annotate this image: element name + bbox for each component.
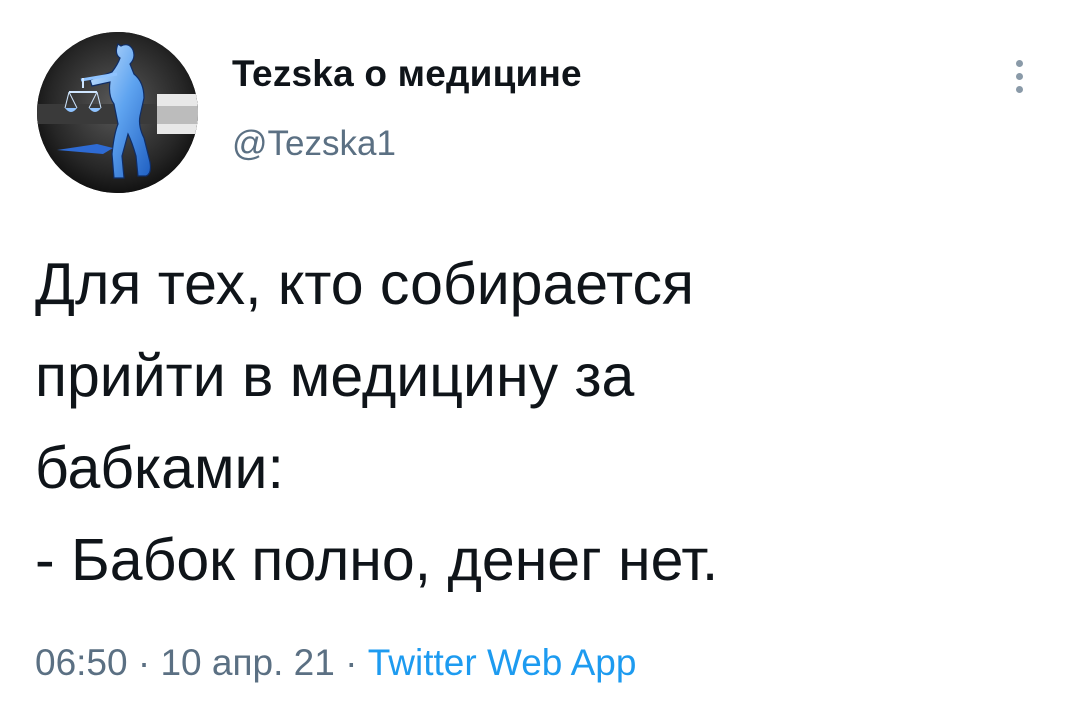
meta-separator: · <box>334 642 368 683</box>
scales-of-justice-figure-icon <box>37 32 198 193</box>
meta-separator: · <box>127 642 161 683</box>
tweet-source-link[interactable]: Twitter Web App <box>368 642 637 683</box>
more-vertical-icon <box>1015 59 1023 67</box>
tweet-text: Для тех, кто собирается прийти в медицин… <box>35 238 1045 606</box>
author-handle[interactable]: @Tezska1 <box>232 123 582 165</box>
tweet-card: Tezska о медицине @Tezska1 Для тех, кто … <box>0 0 1080 719</box>
more-vertical-icon-dot <box>1015 85 1023 93</box>
tweet-text-line: прийти в медицину за <box>35 343 635 409</box>
tweet-meta: 06:50 · 10 апр. 21 · Twitter Web App <box>35 640 636 686</box>
tweet-time[interactable]: 06:50 <box>35 642 128 683</box>
tweet-date[interactable]: 10 апр. 21 <box>160 642 334 683</box>
more-options-button[interactable] <box>1004 52 1034 100</box>
more-vertical-icon-dot <box>1015 72 1023 80</box>
tweet-text-line: - Бабок полно, денег нет. <box>35 527 719 593</box>
tweet-text-line: Для тех, кто собирается <box>35 251 694 317</box>
tweet-author: Tezska о медицине @Tezska1 <box>232 52 582 165</box>
avatar[interactable] <box>37 32 198 193</box>
author-display-name[interactable]: Tezska о медицине <box>232 52 582 96</box>
tweet-text-line: бабками: <box>35 435 284 501</box>
